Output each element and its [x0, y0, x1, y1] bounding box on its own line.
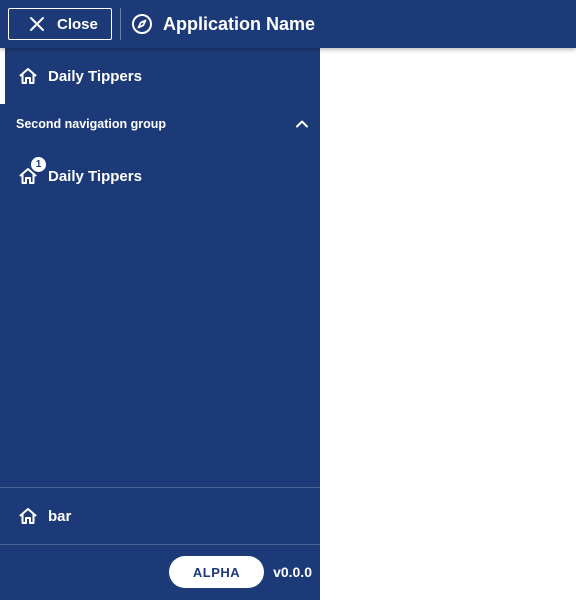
nav-item-daily-tippers[interactable]: Daily Tippers	[0, 48, 320, 104]
nav-item-bar[interactable]: bar	[0, 488, 320, 544]
home-icon	[18, 66, 38, 86]
home-icon	[18, 506, 38, 526]
navigation-drawer: Daily Tippers Second navigation group 1 …	[0, 48, 320, 600]
nav-item-label: Daily Tippers	[48, 67, 142, 85]
app-title: Application Name	[131, 13, 315, 35]
version-label: v0.0.0	[273, 564, 312, 580]
chevron-up-icon	[294, 116, 310, 137]
close-button-label: Close	[57, 15, 98, 33]
notification-badge: 1	[31, 157, 46, 172]
nav-item-daily-tippers-grouped[interactable]: 1 Daily Tippers	[0, 148, 320, 204]
nav-group-title: Second navigation group	[16, 117, 167, 131]
stage-badge: ALPHA	[169, 556, 265, 588]
nav-group-header[interactable]: Second navigation group	[0, 108, 320, 140]
active-indicator	[0, 48, 5, 104]
home-icon: 1	[18, 157, 46, 186]
nav-item-label: bar	[48, 507, 72, 525]
nav-item-label: Daily Tippers	[48, 167, 142, 185]
close-button[interactable]: Close	[8, 8, 112, 40]
main-content	[320, 48, 576, 600]
top-app-bar: Close Application Name	[0, 0, 576, 48]
app-name: Application Name	[163, 13, 316, 34]
compass-icon	[131, 13, 153, 35]
header-divider	[120, 8, 121, 40]
close-icon	[29, 16, 45, 32]
drawer-footer: ALPHA v0.0.0	[0, 544, 320, 600]
